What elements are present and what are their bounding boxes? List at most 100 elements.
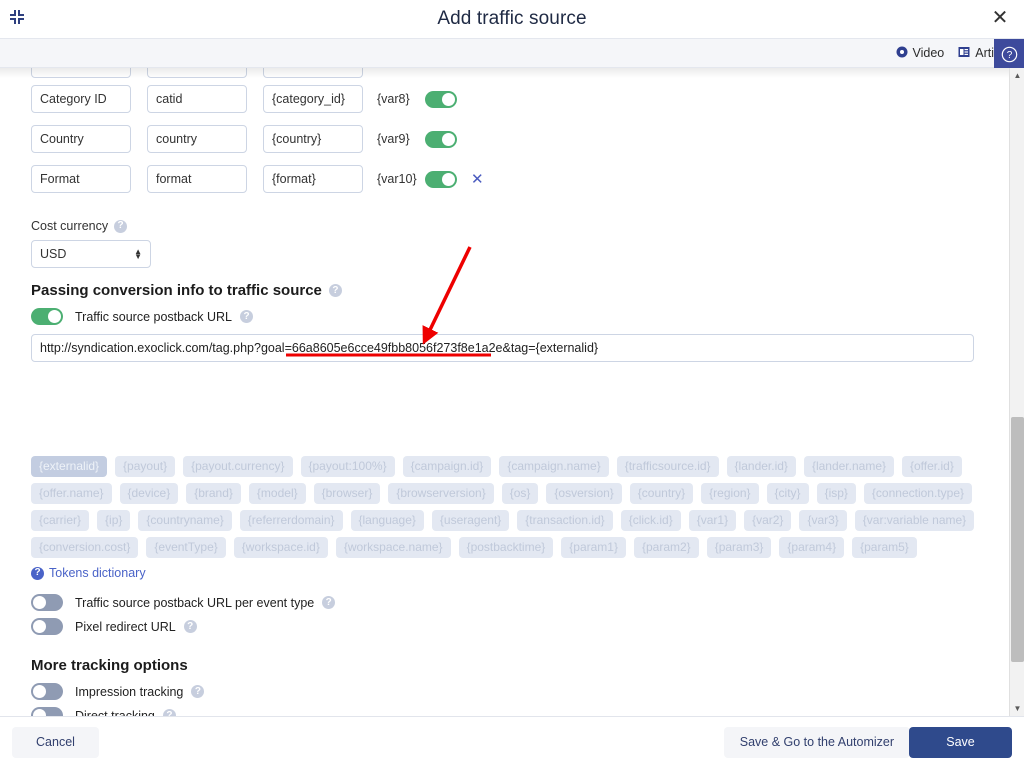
variable-param-input[interactable]	[147, 165, 247, 193]
token-chip[interactable]: {payout.currency}	[183, 456, 292, 477]
postback-per-event-toggle[interactable]	[31, 594, 63, 611]
scrollbar-thumb[interactable]	[1011, 417, 1024, 662]
variable-token-input[interactable]	[263, 85, 363, 113]
variable-enabled-toggle[interactable]	[425, 131, 457, 148]
variable-name-input[interactable]	[31, 165, 131, 193]
tokens-dictionary-label: Tokens dictionary	[49, 566, 146, 580]
token-chip[interactable]: {country}	[630, 483, 693, 504]
token-chip[interactable]: {param2}	[634, 537, 699, 558]
token-chip[interactable]: {workspace.id}	[234, 537, 328, 558]
token-chip[interactable]: {brand}	[186, 483, 241, 504]
variable-enabled-toggle[interactable]	[425, 91, 457, 108]
token-chip[interactable]: {eventType}	[146, 537, 225, 558]
token-chip[interactable]: {city}	[767, 483, 809, 504]
variable-slot-label: {var10}	[377, 172, 425, 186]
token-chip[interactable]: {offer.name}	[31, 483, 112, 504]
scroll-up-arrow-icon[interactable]: ▲	[1010, 68, 1024, 83]
token-chip[interactable]: {var1}	[689, 510, 736, 531]
token-chip[interactable]: {workspace.name}	[336, 537, 451, 558]
cost-currency-value: USD	[40, 247, 66, 261]
token-chip[interactable]: {carrier}	[31, 510, 89, 531]
variable-name-input[interactable]	[31, 85, 131, 113]
token-chip[interactable]: {transaction.id}	[517, 510, 612, 531]
token-chip[interactable]: {var2}	[744, 510, 791, 531]
close-icon[interactable]: ✕	[988, 6, 1012, 30]
token-chip[interactable]: {isp}	[817, 483, 856, 504]
token-chip[interactable]: {connection.type}	[864, 483, 972, 504]
collapse-icon[interactable]	[6, 6, 28, 28]
save-button[interactable]: Save	[909, 727, 1012, 758]
token-chip[interactable]: {useragent}	[432, 510, 509, 531]
clipped-token-input[interactable]	[263, 68, 363, 78]
token-chip[interactable]: {campaign.id}	[403, 456, 492, 477]
token-chip[interactable]: {postbacktime}	[459, 537, 554, 558]
token-chip[interactable]: {referrerdomain}	[240, 510, 343, 531]
pixel-redirect-toggle[interactable]	[31, 618, 63, 635]
question-circle-icon: ?	[1001, 46, 1018, 63]
direct-tracking-toggle[interactable]	[31, 707, 63, 716]
token-chip[interactable]: {conversion.cost}	[31, 537, 138, 558]
token-chip[interactable]: {ip}	[97, 510, 130, 531]
token-chip[interactable]: {trafficsource.id}	[617, 456, 719, 477]
postback-url-input[interactable]	[31, 334, 974, 362]
variable-param-input[interactable]	[147, 125, 247, 153]
help-icon[interactable]: ?	[184, 620, 197, 633]
token-chip[interactable]: {region}	[701, 483, 758, 504]
modal-title-bar: Add traffic source ✕	[0, 0, 1024, 38]
token-chip[interactable]: {device}	[120, 483, 179, 504]
variable-slot-label: {var8}	[377, 92, 425, 106]
help-icon[interactable]: ?	[114, 220, 127, 233]
token-chip[interactable]: {lander.name}	[804, 456, 894, 477]
scroll-down-arrow-icon[interactable]: ▼	[1010, 701, 1024, 716]
token-chip[interactable]: {payout:100%}	[301, 456, 395, 477]
variable-enabled-toggle[interactable]	[425, 171, 457, 188]
save-and-go-automizer-button[interactable]: Save & Go to the Automizer	[724, 727, 910, 758]
variable-param-input[interactable]	[147, 85, 247, 113]
clipped-name-input[interactable]	[31, 68, 131, 78]
token-chip[interactable]: {click.id}	[621, 510, 681, 531]
cancel-button[interactable]: Cancel	[12, 727, 99, 758]
token-chip[interactable]: {param4}	[779, 537, 844, 558]
token-chip[interactable]: {var3}	[799, 510, 846, 531]
help-icon[interactable]: ?	[163, 709, 176, 716]
video-link[interactable]: Video	[896, 46, 945, 61]
variable-token-input[interactable]	[263, 165, 363, 193]
variable-name-input[interactable]	[31, 125, 131, 153]
token-chip[interactable]: {offer.id}	[902, 456, 962, 477]
postback-url-label: Traffic source postback URL	[75, 310, 232, 324]
variable-token-input[interactable]	[263, 125, 363, 153]
vertical-scrollbar[interactable]: ▲ ▼	[1009, 68, 1024, 716]
token-chip[interactable]: {param5}	[852, 537, 917, 558]
impression-tracking-toggle[interactable]	[31, 683, 63, 700]
token-chip[interactable]: {language}	[351, 510, 424, 531]
token-chip[interactable]: {os}	[502, 483, 539, 504]
token-chip[interactable]: {param3}	[707, 537, 772, 558]
variable-row-3: {var10} ✕	[31, 165, 484, 193]
page-title: Add traffic source	[0, 8, 1024, 30]
tokens-dictionary-link[interactable]: ? Tokens dictionary	[31, 566, 146, 580]
token-chip[interactable]: {countryname}	[138, 510, 231, 531]
help-tab-button[interactable]: ?	[994, 39, 1024, 69]
more-tracking-heading: More tracking options	[31, 657, 188, 674]
modal-body: {var8} {var9} {var10} ✕ Cost currency ? …	[0, 68, 1009, 716]
postback-per-event-row: Traffic source postback URL per event ty…	[31, 594, 335, 611]
token-chip[interactable]: {browser}	[314, 483, 381, 504]
help-icon[interactable]: ?	[240, 310, 253, 323]
token-chip[interactable]: {payout}	[115, 456, 175, 477]
token-chip[interactable]: {campaign.name}	[499, 456, 608, 477]
postback-url-toggle[interactable]	[31, 308, 63, 325]
help-icon[interactable]: ?	[322, 596, 335, 609]
postback-url-toggle-row: Traffic source postback URL ?	[31, 308, 253, 325]
remove-variable-row-icon[interactable]: ✕	[471, 172, 484, 187]
token-chip[interactable]: {osversion}	[546, 483, 621, 504]
help-icon[interactable]: ?	[191, 685, 204, 698]
token-chip[interactable]: {param1}	[561, 537, 626, 558]
token-chip[interactable]: {var:variable name}	[855, 510, 974, 531]
token-chip[interactable]: {model}	[249, 483, 306, 504]
help-icon[interactable]: ?	[329, 284, 342, 297]
token-chip[interactable]: {browserversion}	[388, 483, 493, 504]
cost-currency-select[interactable]: USD ▲▼	[31, 240, 151, 268]
clipped-param-input[interactable]	[147, 68, 247, 78]
token-chip[interactable]: {externalid}	[31, 456, 107, 477]
token-chip[interactable]: {lander.id}	[727, 456, 796, 477]
